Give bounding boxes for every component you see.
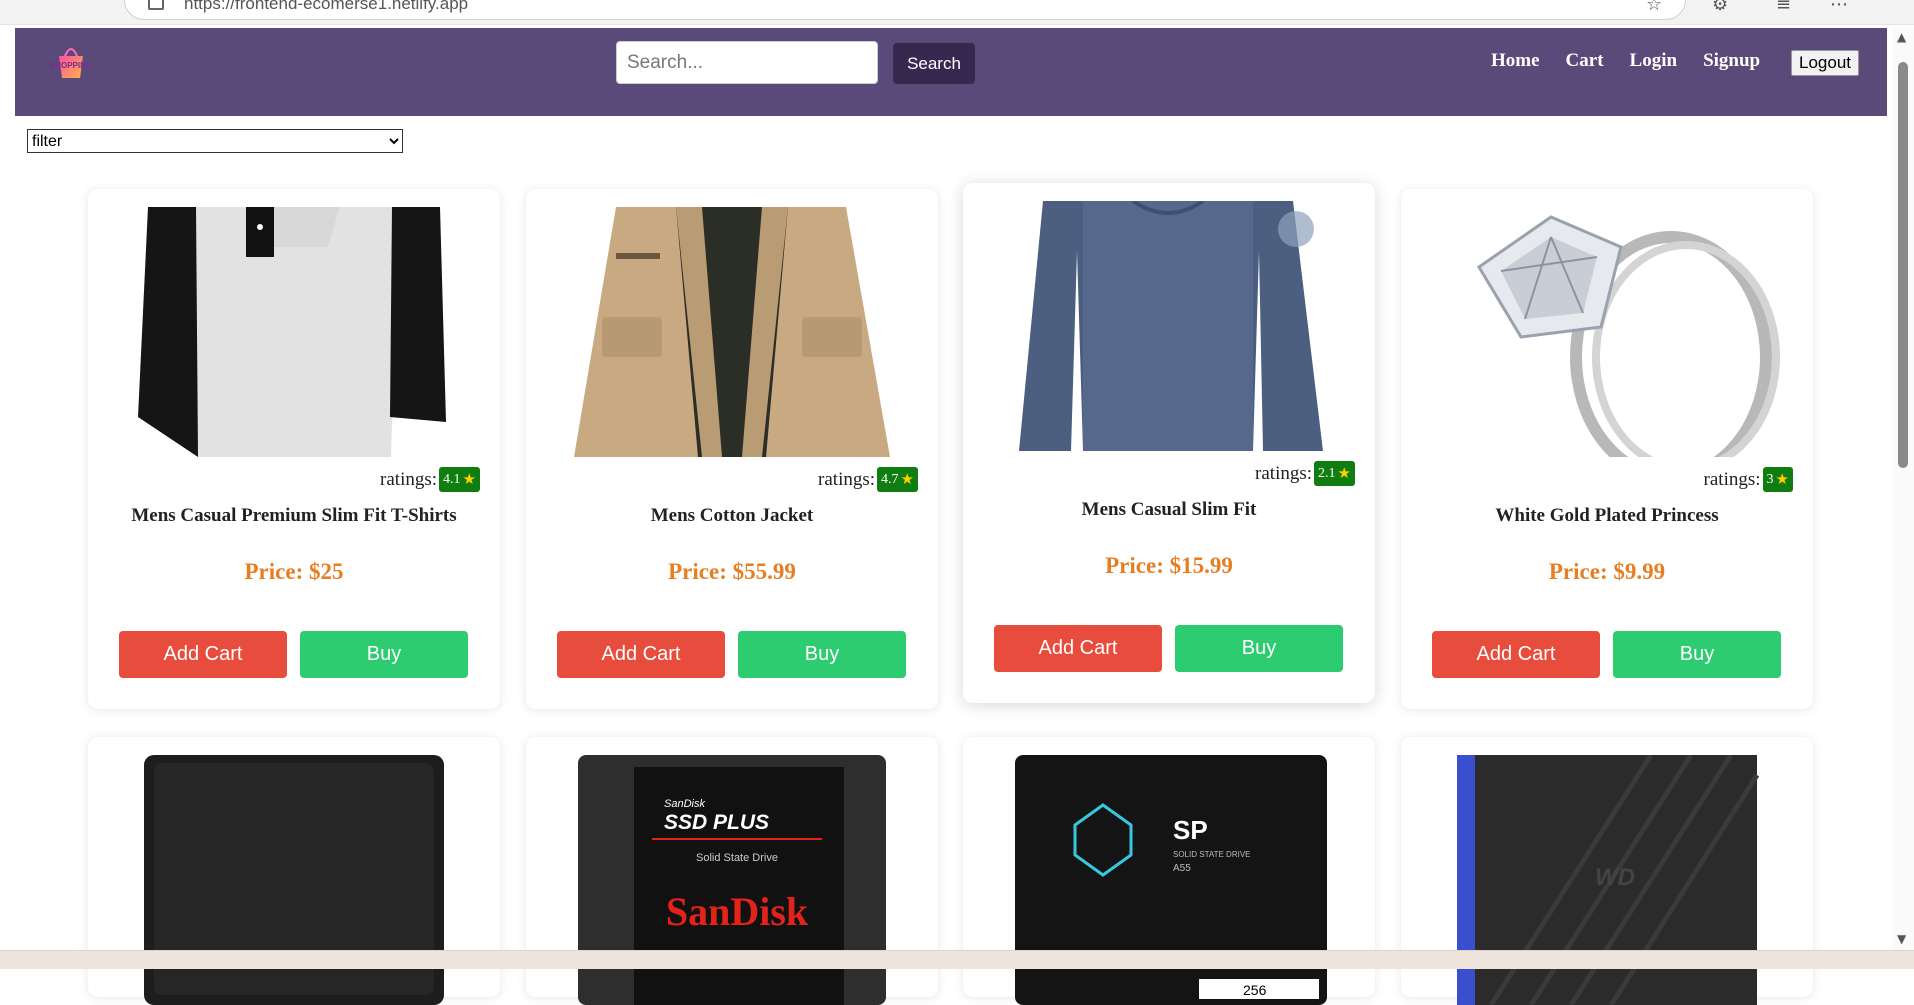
svg-text:SanDisk: SanDisk [666, 889, 809, 934]
rating-row: ratings: 2.1 ★ [1255, 461, 1355, 486]
rating-row: ratings: 4.1 ★ [380, 467, 480, 492]
extensions-icon[interactable]: ⚙ [1712, 0, 1728, 15]
star-icon: ★ [900, 472, 914, 488]
ring-image[interactable] [1401, 207, 1813, 457]
nav-cart-link[interactable]: Cart [1566, 50, 1604, 72]
add-cart-button[interactable]: Add Cart [557, 631, 725, 678]
buy-button[interactable]: Buy [1175, 625, 1343, 672]
rating-badge: 4.1 ★ [439, 467, 480, 492]
tshirt-image[interactable] [88, 207, 500, 457]
nav-links: Home Cart Login Signup [1491, 50, 1760, 72]
svg-text:A55: A55 [1173, 863, 1191, 874]
svg-text:SP: SP [1173, 815, 1208, 845]
favorite-star-icon[interactable]: ☆ [1646, 0, 1662, 15]
star-icon: ★ [1337, 466, 1351, 482]
favorites-icon[interactable]: ≡ [1776, 0, 1791, 15]
svg-text:SOLID STATE DRIVE: SOLID STATE DRIVE [1173, 850, 1251, 859]
scroll-down-icon[interactable]: ▼ [1897, 932, 1906, 946]
nav-home-link[interactable]: Home [1491, 50, 1540, 72]
buy-button[interactable]: Buy [1613, 631, 1781, 678]
rating-value: 3 [1766, 471, 1774, 487]
svg-text:SSD PLUS: SSD PLUS [664, 811, 769, 834]
search-button[interactable]: Search [893, 43, 975, 84]
os-taskbar [0, 950, 1914, 969]
buy-button[interactable]: Buy [738, 631, 906, 678]
rating-value: 4.7 [881, 471, 899, 487]
nav-login-link[interactable]: Login [1630, 50, 1678, 72]
more-icon[interactable]: ⋯ [1830, 0, 1848, 15]
add-cart-button[interactable]: Add Cart [1432, 631, 1600, 678]
rating-row: ratings: 3 ★ [1704, 467, 1793, 492]
rating-badge: 2.1 ★ [1314, 461, 1355, 486]
url-text[interactable]: https://frontend-ecomerse1.netlify.app [184, 0, 468, 14]
jacket-image[interactable] [526, 207, 938, 457]
rating-badge: 4.7 ★ [877, 467, 918, 492]
longsleeve-image[interactable] [963, 201, 1375, 451]
product-title[interactable]: Mens Cotton Jacket [526, 505, 938, 527]
svg-text:256: 256 [1243, 982, 1267, 998]
product-price: Price: $15.99 [1105, 553, 1233, 578]
product-price: Price: $25 [244, 559, 344, 584]
scroll-thumb[interactable] [1898, 62, 1908, 468]
product-card: ratings: 3 ★ White Gold Plated Princess … [1401, 189, 1813, 709]
ratings-label: ratings: [380, 468, 438, 490]
logout-button[interactable]: Logout [1791, 50, 1859, 76]
star-icon: ★ [462, 472, 476, 488]
buy-button[interactable]: Buy [300, 631, 468, 678]
svg-text:WD: WD [1595, 864, 1635, 891]
product-card: ratings: 4.1 ★ Mens Casual Premium Slim … [88, 189, 500, 709]
product-price: Price: $55.99 [668, 559, 796, 584]
rating-badge: 3 ★ [1762, 467, 1793, 492]
ratings-label: ratings: [1255, 462, 1313, 484]
product-title[interactable]: Mens Casual Slim Fit [963, 499, 1375, 521]
search-input[interactable] [616, 41, 878, 84]
nav-signup-link[interactable]: Signup [1703, 50, 1760, 72]
add-cart-button[interactable]: Add Cart [119, 631, 287, 678]
rating-value: 4.1 [443, 471, 461, 487]
product-title[interactable]: White Gold Plated Princess [1401, 505, 1813, 527]
product-card: ratings: 2.1 ★ Mens Casual Slim Fit Pric… [963, 183, 1375, 703]
page-scrollbar[interactable]: ▲ ▼ [1892, 28, 1914, 950]
svg-text:Solid State Drive: Solid State Drive [696, 852, 778, 864]
site-info-icon[interactable] [148, 0, 164, 10]
product-card: ratings: 4.7 ★ Mens Cotton Jacket Price:… [526, 189, 938, 709]
rating-row: ratings: 4.7 ★ [818, 467, 918, 492]
svg-text:SHOPPING: SHOPPING [50, 61, 92, 70]
ratings-label: ratings: [818, 468, 876, 490]
add-cart-button[interactable]: Add Cart [994, 625, 1162, 672]
ratings-label: ratings: [1703, 468, 1761, 490]
product-price: Price: $9.99 [1548, 559, 1666, 584]
star-icon: ★ [1775, 472, 1789, 488]
scroll-up-icon[interactable]: ▲ [1897, 30, 1906, 44]
filter-select[interactable]: filter [27, 129, 403, 153]
product-title[interactable]: Mens Casual Premium Slim Fit T-Shirts [88, 505, 500, 527]
rating-value: 2.1 [1318, 465, 1336, 481]
browser-toolbar: https://frontend-ecomerse1.netlify.app ☆… [0, 0, 1914, 25]
svg-text:SanDisk: SanDisk [664, 798, 705, 810]
navbar: SHOPPING Search Home Cart Login Signup L… [15, 28, 1887, 116]
shopping-logo[interactable]: SHOPPING [43, 38, 99, 82]
